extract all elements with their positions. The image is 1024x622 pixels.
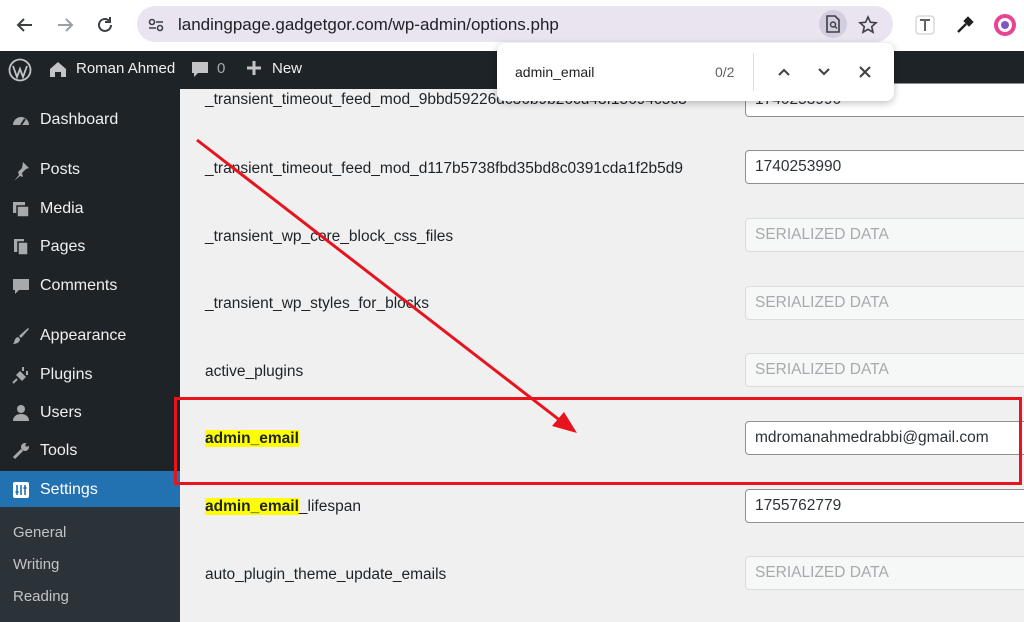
home-icon[interactable] [48, 59, 68, 79]
chevron-up-icon [778, 68, 790, 76]
media-icon [10, 198, 32, 220]
sidebar-item-users[interactable]: Users [0, 394, 180, 432]
url-text[interactable]: landingpage.gadgetgor.com/wp-admin/optio… [178, 15, 559, 35]
sidebar-item-label: Posts [40, 161, 81, 178]
color-extension-icon[interactable] [992, 12, 1018, 38]
comments-count[interactable]: 0 [217, 60, 225, 77]
comment-bubble-icon[interactable] [190, 60, 210, 78]
find-input[interactable]: admin_email [515, 64, 594, 80]
sidebar-item-pages[interactable]: Pages [0, 228, 180, 266]
option-value-field: SERIALIZED DATA [745, 286, 1024, 320]
option-name: _transient_wp_styles_for_blocks [205, 295, 430, 312]
sidebar-item-label: Tools [40, 442, 78, 459]
sidebar-item-plugins[interactable]: Plugins [0, 356, 180, 394]
sidebar-item-label: Pages [40, 238, 86, 255]
back-button[interactable] [10, 10, 40, 40]
option-value-field[interactable]: 1740253990 [745, 150, 1024, 184]
option-name: auto_plugin_theme_update_emails [205, 566, 447, 583]
sidebar-item-tools[interactable]: Tools [0, 432, 180, 470]
find-previous-button[interactable] [772, 60, 796, 84]
option-name: _transient_timeout_feed_mod_d117b5738fbd… [205, 160, 684, 177]
option-name: _transient_wp_core_block_css_files [205, 228, 454, 245]
forward-arrow-icon [58, 18, 74, 32]
user-icon [10, 402, 32, 424]
reload-button[interactable] [90, 10, 120, 40]
pin-icon [10, 159, 32, 181]
back-arrow-icon [16, 18, 32, 32]
site-name-link[interactable]: Roman Ahmed [76, 60, 175, 77]
sidebar-item-settings[interactable]: Settings [0, 471, 180, 509]
sidebar-item-label: Plugins [40, 366, 93, 383]
sidebar-item-label: Settings [40, 481, 98, 498]
option-value-field: SERIALIZED DATA [745, 218, 1024, 252]
find-close-button[interactable] [853, 60, 877, 84]
sidebar-item-comments[interactable]: Comments [0, 267, 180, 305]
sidebar-item-label: Comments [40, 277, 118, 294]
annotation-highlight-box [174, 397, 1022, 485]
text-extension-icon[interactable] [912, 12, 938, 38]
option-name-rest: _lifespan [298, 498, 361, 515]
option-value-field: SERIALIZED DATA [745, 556, 1024, 590]
option-value-field: SERIALIZED DATA [745, 353, 1024, 387]
submenu-item-reading[interactable]: Reading [13, 588, 69, 605]
sidebar-item-appearance[interactable]: Appearance [0, 317, 180, 355]
sidebar-item-media[interactable]: Media [0, 190, 180, 228]
option-name: active_plugins [205, 363, 304, 380]
address-bar[interactable]: landingpage.gadgetgor.com/wp-admin/optio… [137, 6, 893, 42]
find-in-page-bar: admin_email 0/2 [497, 43, 894, 101]
search-match-highlight: admin_email [205, 498, 299, 515]
sidebar-item-label: Dashboard [40, 111, 119, 128]
sidebar-item-label: Appearance [40, 327, 127, 344]
close-icon [859, 66, 871, 78]
admin-sidebar: Dashboard Posts Media Pages Comments App… [0, 89, 180, 622]
wordpress-logo-icon[interactable] [8, 58, 32, 82]
sidebar-item-label: Media [40, 200, 84, 217]
sidebar-item-posts[interactable]: Posts [0, 151, 180, 189]
eyedropper-icon[interactable] [952, 12, 978, 38]
brush-icon [10, 325, 32, 347]
submenu-item-general[interactable]: General [13, 524, 66, 541]
option-name: admin_email_lifespan [205, 498, 361, 516]
wrench-icon [10, 440, 32, 462]
plus-icon[interactable] [246, 60, 262, 76]
site-info-icon[interactable] [145, 14, 167, 36]
forward-button[interactable] [50, 10, 80, 40]
settings-icon [10, 479, 32, 501]
find-divider [753, 53, 754, 91]
find-in-page-icon[interactable] [819, 10, 847, 38]
new-content-link[interactable]: New [272, 60, 302, 77]
find-match-count: 0/2 [715, 64, 735, 80]
option-value-field[interactable]: 1755762779 [745, 489, 1024, 523]
reload-icon [98, 17, 112, 32]
pages-icon [10, 236, 32, 258]
chevron-down-icon [818, 68, 830, 76]
bookmark-star-icon[interactable] [857, 14, 879, 36]
submenu-item-writing[interactable]: Writing [13, 556, 59, 573]
dashboard-icon [10, 109, 32, 131]
sidebar-item-label: Users [40, 404, 82, 421]
comment-icon [10, 275, 32, 297]
plugin-icon [10, 364, 32, 386]
find-next-button[interactable] [812, 60, 836, 84]
options-content: _transient_timeout_feed_mod_9bbd59226dc3… [180, 83, 1024, 622]
settings-submenu: General Writing Reading [0, 507, 180, 622]
sidebar-item-dashboard[interactable]: Dashboard [0, 101, 180, 139]
